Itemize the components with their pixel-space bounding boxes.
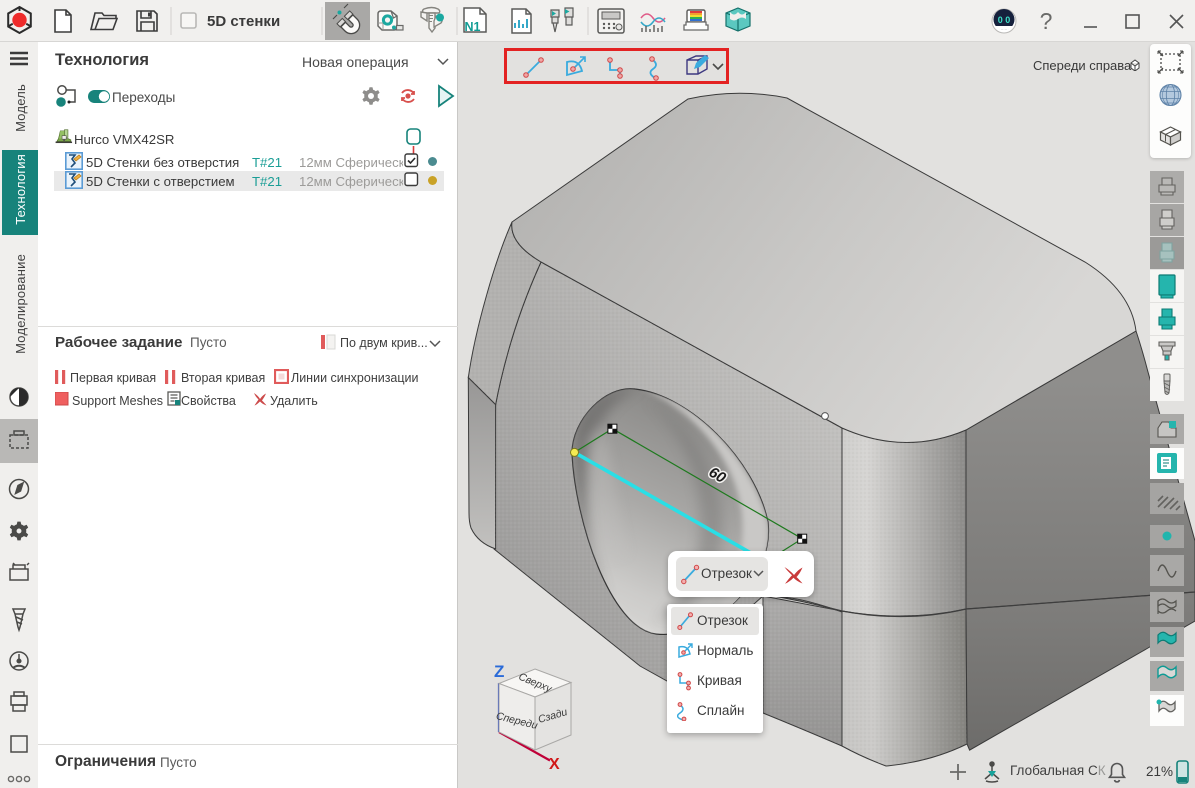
svg-text:N1: N1 xyxy=(465,20,481,34)
svg-text:Z: Z xyxy=(494,662,504,681)
svg-text:X: X xyxy=(549,756,560,770)
svg-text:0 0: 0 0 xyxy=(998,15,1011,25)
svg-text:?: ? xyxy=(1040,8,1053,34)
